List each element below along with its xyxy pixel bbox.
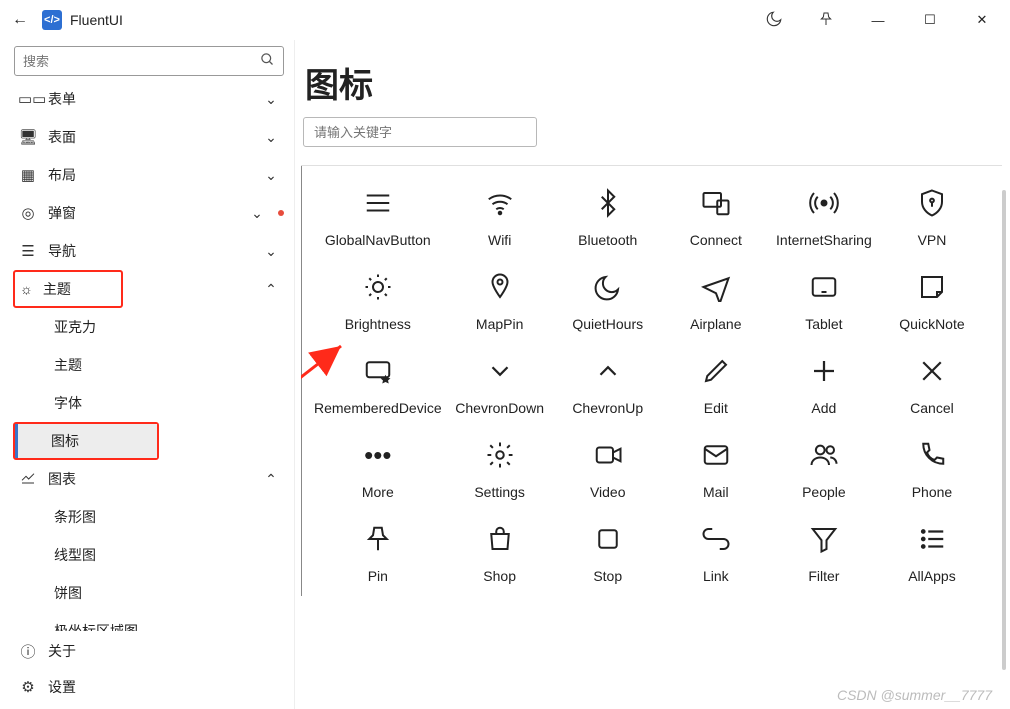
icon-cell-people[interactable]: People [774, 440, 874, 500]
filter-input[interactable] [314, 125, 526, 140]
scrollbar[interactable] [1002, 190, 1006, 670]
icon-cell-quicknote[interactable]: QuickNote [882, 272, 982, 332]
sidebar-item-acrylic[interactable]: 亚克力 [38, 308, 290, 346]
titlebar: ← </> FluentUI — ☐ ✕ [0, 0, 1010, 40]
icon-cell-globalnavbutton[interactable]: GlobalNavButton [314, 188, 442, 248]
chevron-down-icon: ⌄ [246, 205, 268, 222]
app-logo: </> [42, 10, 62, 30]
icon-cell-allapps[interactable]: AllApps [882, 524, 982, 584]
search-icon [260, 52, 275, 70]
icon-cell-more[interactable]: •••More [314, 440, 442, 500]
icon-cell-shop[interactable]: Shop [450, 524, 550, 584]
sidebar-item-surface[interactable]: 🖥 表面 ⌄ [10, 118, 290, 156]
icon-cell-tablet[interactable]: Tablet [774, 272, 874, 332]
icon-cell-bluetooth[interactable]: Bluetooth [558, 188, 658, 248]
sidebar-item-pie[interactable]: 饼图 [38, 574, 290, 612]
sidebar-item-theme-sub[interactable]: 主题 [38, 346, 290, 384]
sidebar-item-icon[interactable]: 图标 [15, 424, 157, 458]
chart-submenu: 条形图 线型图 饼图 极坐标区域图 [10, 498, 290, 631]
chevron-down-icon: ⌄ [260, 167, 282, 184]
icon-cell-settings[interactable]: Settings [450, 440, 550, 500]
nav-icon: ☰ [18, 242, 38, 260]
icon-cell-brightness[interactable]: Brightness [314, 272, 442, 332]
icon-cell-cancel[interactable]: Cancel [882, 356, 982, 416]
icon-cell-pin[interactable]: Pin [314, 524, 442, 584]
back-button[interactable]: ← [6, 11, 34, 29]
sidebar-item-chart[interactable]: 图表 ⌃ [10, 460, 290, 498]
icon-cell-airplane[interactable]: Airplane [666, 272, 766, 332]
app-title: FluentUI [70, 12, 123, 28]
icon-cell-vpn[interactable]: VPN [882, 188, 982, 248]
icon-cell-remembereddevice[interactable]: RememberedDevice [314, 356, 442, 416]
icon-cell-video[interactable]: Video [558, 440, 658, 500]
sidebar-item-polar[interactable]: 极坐标区域图 [38, 612, 290, 631]
close-button[interactable]: ✕ [960, 12, 1004, 28]
sidebar-footer: ⓘ 关于 ⚙ 设置 [4, 631, 294, 709]
nav-list: ▭▭ 表单 ⌄ 🖥 表面 ⌄ ▦ 布局 ⌄ ◎ 弹窗 ⌄ ☰ [4, 80, 294, 631]
chevron-up-icon: ⌃ [260, 471, 282, 488]
icon-cell-add[interactable]: Add [774, 356, 874, 416]
pin-window-icon[interactable] [804, 11, 848, 30]
watermark: CSDN @summer__7777 [837, 687, 992, 703]
icon-cell-link[interactable]: Link [666, 524, 766, 584]
chevron-down-icon: ⌄ [260, 91, 282, 108]
theme-submenu: 亚克力 主题 字体 [10, 308, 290, 422]
surface-icon: 🖥 [18, 128, 38, 146]
minimize-button[interactable]: — [856, 13, 900, 28]
chevron-down-icon: ⌄ [260, 129, 282, 146]
icon-cell-quiethours[interactable]: QuietHours [558, 272, 658, 332]
page-title: 图标 [301, 58, 998, 107]
annotation-box-theme: ☼ 主题 [13, 270, 123, 308]
filter-box[interactable] [303, 117, 537, 147]
icon-cell-stop[interactable]: Stop [558, 524, 658, 584]
icon-cell-phone[interactable]: Phone [882, 440, 982, 500]
sidebar-item-about[interactable]: ⓘ 关于 [10, 633, 288, 669]
sidebar-item-settings[interactable]: ⚙ 设置 [10, 669, 288, 705]
sidebar-item-popup[interactable]: ◎ 弹窗 ⌄ [10, 194, 290, 232]
icon-cell-mail[interactable]: Mail [666, 440, 766, 500]
notification-dot [278, 210, 284, 216]
icon-cell-filter[interactable]: Filter [774, 524, 874, 584]
chevron-down-icon: ⌄ [260, 243, 282, 260]
sidebar-item-font[interactable]: 字体 [38, 384, 290, 422]
icon-cell-mappin[interactable]: MapPin [450, 272, 550, 332]
chart-icon [18, 469, 38, 489]
chevron-up-icon: ⌃ [260, 281, 282, 298]
sidebar-item-form[interactable]: ▭▭ 表单 ⌄ [10, 80, 290, 118]
search-box[interactable] [14, 46, 284, 76]
annotation-box-icon: 图标 [13, 422, 159, 460]
icon-cell-chevronup[interactable]: ChevronUp [558, 356, 658, 416]
brightness-icon: ☼ [20, 281, 33, 297]
content-pane: 图标 GlobalNavButton Wifi Bluetooth Connec… [294, 40, 1010, 709]
icon-cell-internetsharing[interactable]: InternetSharing [774, 188, 874, 248]
sidebar: ▭▭ 表单 ⌄ 🖥 表面 ⌄ ▦ 布局 ⌄ ◎ 弹窗 ⌄ ☰ [0, 40, 294, 709]
sidebar-item-layout[interactable]: ▦ 布局 ⌄ [10, 156, 290, 194]
theme-toggle-icon[interactable] [752, 10, 796, 31]
icon-cell-wifi[interactable]: Wifi [450, 188, 550, 248]
maximize-button[interactable]: ☐ [908, 12, 952, 28]
layout-icon: ▦ [18, 166, 38, 184]
sidebar-item-nav[interactable]: ☰ 导航 ⌄ [10, 232, 290, 270]
sidebar-item-line[interactable]: 线型图 [38, 536, 290, 574]
icon-cell-edit[interactable]: Edit [666, 356, 766, 416]
popup-icon: ◎ [18, 204, 38, 222]
icon-cell-chevrondown[interactable]: ChevronDown [450, 356, 550, 416]
search-input[interactable] [23, 54, 260, 69]
form-icon: ▭▭ [18, 90, 38, 108]
sidebar-item-bar[interactable]: 条形图 [38, 498, 290, 536]
gear-icon: ⚙ [18, 678, 38, 696]
icon-cell-connect[interactable]: Connect [666, 188, 766, 248]
icon-scroll[interactable]: GlobalNavButton Wifi Bluetooth Connect I… [301, 165, 1002, 709]
icon-grid: GlobalNavButton Wifi Bluetooth Connect I… [301, 166, 994, 596]
info-icon: ⓘ [18, 641, 38, 662]
